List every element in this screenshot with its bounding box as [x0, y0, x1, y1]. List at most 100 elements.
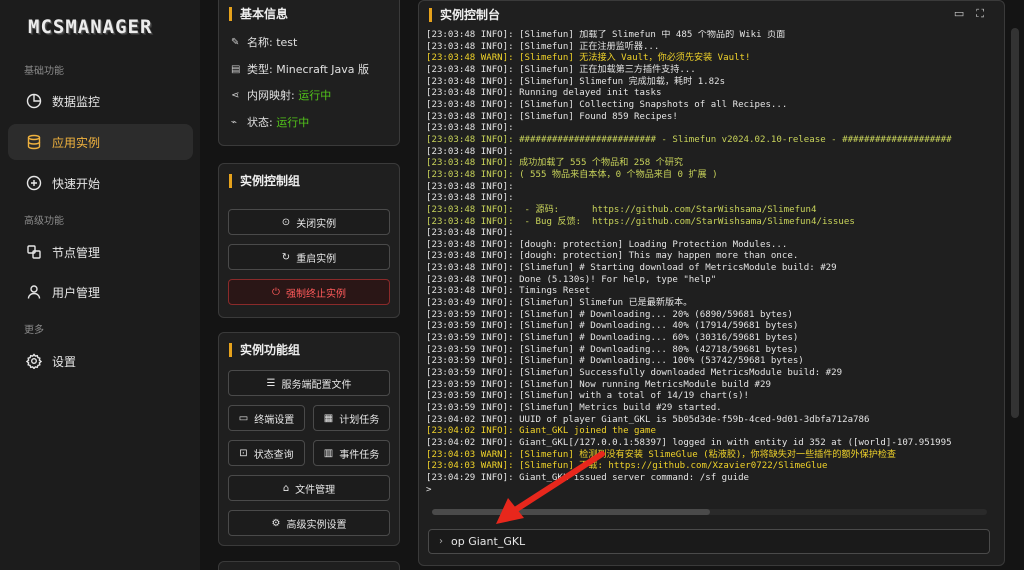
status-query-button[interactable]: ⊡ 状态查询: [228, 440, 305, 466]
card-title: 实例控制组: [229, 174, 300, 188]
console-line: [23:03:48 INFO]: [Slimefun] Collecting S…: [426, 99, 788, 110]
console-line: [23:03:48 INFO]: [Slimefun] 加载了 Slimefun…: [426, 30, 786, 40]
restart-instance-button[interactable]: ↻ 重启实例: [228, 244, 390, 270]
sidebar-item-dashboard[interactable]: 数据监控: [8, 83, 193, 119]
console-line: [23:03:49 INFO]: [Slimefun] Slimefun 已是最…: [426, 298, 693, 309]
console-line: [23:03:48 INFO]:: [426, 146, 514, 157]
card-title: 基本信息: [229, 7, 288, 21]
event-tasks-button[interactable]: ▥ 事件任务: [313, 440, 390, 466]
console-line: [23:03:48 INFO]: [Slimefun] Slimefun 完成加…: [426, 76, 726, 87]
section-label-basic: 基础功能: [24, 66, 64, 77]
app-logo: MCSMANAGER: [28, 16, 153, 38]
sidebar: MCSMANAGER 基础功能 数据监控 应用实例 快速开始 高级功能 节点管理…: [0, 0, 200, 570]
console-line: [23:03:48 INFO]: #######################…: [426, 134, 952, 145]
console-line: [23:04:02 INFO]: Giant_GKL joined the ga…: [426, 426, 656, 437]
console-toolbar: ▭ ⛶: [954, 7, 984, 21]
card-title: 实例控制台: [429, 8, 500, 22]
console-line: [23:03:48 INFO]:: [426, 123, 514, 134]
console-line: [23:03:48 INFO]: Timings Reset: [426, 286, 591, 297]
console-line: [23:04:02 INFO]: UUID of player Giant_GK…: [426, 414, 870, 425]
next-card: [218, 561, 400, 570]
sidebar-item-label: 应用实例: [52, 135, 101, 150]
dashboard-icon: [26, 93, 42, 109]
console-line: [23:03:59 INFO]: [Slimefun] # Downloadin…: [426, 333, 799, 344]
info-type: ▤ 类型: Minecraft Java 版: [231, 63, 370, 76]
network-status: 运行中: [298, 89, 332, 102]
folder-icon: ⌂: [282, 482, 290, 494]
console-line: [23:03:48 INFO]: - 源码: https://github.co…: [426, 204, 817, 215]
sidebar-item-label: 设置: [52, 354, 77, 369]
kill-instance-button[interactable]: ⏻ 强制终止实例: [228, 279, 390, 305]
console-line: [23:03:48 INFO]:: [426, 228, 514, 239]
plus-circle-icon: [26, 175, 42, 191]
vertical-scrollbar[interactable]: [1011, 28, 1019, 418]
console-line: [23:03:48 INFO]: Done (5.130s)! For help…: [426, 274, 717, 285]
console-line: [23:03:48 INFO]:: [426, 193, 514, 204]
close-instance-button[interactable]: ⊙ 关闭实例: [228, 209, 390, 235]
console-line: [23:03:48 INFO]: [Slimefun] 正在加载第三方插件支持.…: [426, 64, 696, 75]
instance-type: Minecraft Java 版: [276, 63, 370, 76]
list-icon: ▥: [323, 447, 334, 459]
sidebar-item-quickstart[interactable]: 快速开始: [8, 165, 193, 201]
nodes-icon: [26, 244, 42, 260]
info-name: ✎ 名称: test: [231, 35, 298, 50]
console-line: [23:03:48 INFO]: [dough: protection] Loa…: [426, 239, 788, 250]
sidebar-item-nodes[interactable]: 节点管理: [8, 234, 193, 270]
sidebar-item-instances[interactable]: 应用实例: [8, 124, 193, 160]
console-line: [23:03:59 INFO]: [Slimefun] # Downloadin…: [426, 321, 799, 332]
console-line: [23:03:59 INFO]: [Slimefun] # Downloadin…: [426, 356, 804, 367]
sidebar-item-label: 快速开始: [52, 176, 101, 191]
scheduled-tasks-button[interactable]: ▦ 计划任务: [313, 405, 390, 431]
section-label-advanced: 高级功能: [24, 216, 64, 227]
monitor-icon[interactable]: ▭: [954, 7, 964, 21]
console-line: [23:03:59 INFO]: [Slimefun] with a total…: [426, 391, 750, 402]
sidebar-item-settings[interactable]: 设置: [8, 343, 193, 379]
card-title: 实例功能组: [229, 343, 300, 357]
advanced-settings-button[interactable]: ⚙ 高级实例设置: [228, 510, 390, 536]
info-network: ⋖ 内网映射: 运行中: [231, 89, 332, 102]
console-line: [23:03:48 WARN]: [Slimefun] 无法接入 Vault，你…: [426, 53, 751, 64]
server-config-button[interactable]: ☰ 服务端配置文件: [228, 370, 390, 396]
fullscreen-icon[interactable]: ⛶: [976, 7, 984, 21]
chevron-right-icon: ›: [439, 536, 443, 547]
console-line: [23:03:59 INFO]: [Slimefun] # Downloadin…: [426, 309, 793, 320]
console-line: [23:03:59 INFO]: [Slimefun] Successfully…: [426, 368, 843, 379]
console-line: [23:03:48 INFO]: 成功加载了 555 个物品和 258 个研究: [426, 158, 683, 169]
basic-info-card: 基本信息 ✎ 名称: test ▤ 类型: Minecraft Java 版 ⋖…: [218, 0, 400, 146]
sidebar-item-label: 用户管理: [52, 285, 101, 300]
instance-name: test: [276, 35, 298, 49]
instance-status: 运行中: [276, 116, 310, 129]
console-line: [23:03:48 INFO]: Running delayed init ta…: [426, 88, 662, 99]
gear-icon: ⚙: [271, 517, 281, 529]
power-icon: ⏻: [272, 286, 280, 298]
console-line: [23:03:48 INFO]: ( 555 物品来自本体，0 个物品来自 0 …: [426, 169, 718, 180]
calendar-icon: ▦: [323, 412, 334, 424]
console-line: [23:03:48 INFO]: [Slimefun] 正在注册监听器...: [426, 41, 660, 52]
console-line: [23:03:59 INFO]: [Slimefun] Metrics buil…: [426, 403, 722, 413]
status-icon: ⌁: [231, 116, 238, 128]
command-input-value: op Giant_GKL: [451, 535, 526, 548]
section-label-more: 更多: [24, 325, 44, 336]
console-line: [23:03:48 INFO]: [Slimefun] Found 859 Re…: [426, 111, 678, 122]
console-line: [23:03:48 INFO]:: [426, 181, 514, 192]
share-icon: ⋖: [231, 89, 240, 101]
terminal-settings-button[interactable]: ▭ 终端设置: [228, 405, 305, 431]
console-line: [23:03:48 INFO]: - Bug 反馈: https://githu…: [426, 216, 855, 227]
console-line: [23:03:59 INFO]: [Slimefun] # Downloadin…: [426, 344, 799, 355]
pen-icon: ✎: [231, 36, 240, 48]
sidebar-item-label: 数据监控: [52, 94, 101, 109]
info-status: ⌁ 状态: 运行中: [231, 116, 310, 129]
gear-icon: [26, 353, 42, 369]
sidebar-item-label: 节点管理: [52, 245, 101, 260]
annotation-arrow-icon: [496, 451, 605, 524]
user-icon: [26, 284, 42, 300]
console-output[interactable]: [23:03:48 INFO]: [Slimefun] 加载了 Slimefun…: [426, 30, 988, 500]
cart-icon: ⊡: [239, 447, 248, 459]
file-manager-button[interactable]: ⌂ 文件管理: [228, 475, 390, 501]
file-icon: ▤: [231, 63, 241, 75]
stop-circle-icon: ⊙: [281, 216, 291, 228]
command-input[interactable]: › op Giant_GKL: [428, 529, 990, 554]
console-line: [23:03:48 INFO]: [dough: protection] Thi…: [426, 251, 799, 262]
sidebar-item-users[interactable]: 用户管理: [8, 274, 193, 310]
console-line: [23:03:59 INFO]: [Slimefun] Now running …: [426, 379, 771, 390]
